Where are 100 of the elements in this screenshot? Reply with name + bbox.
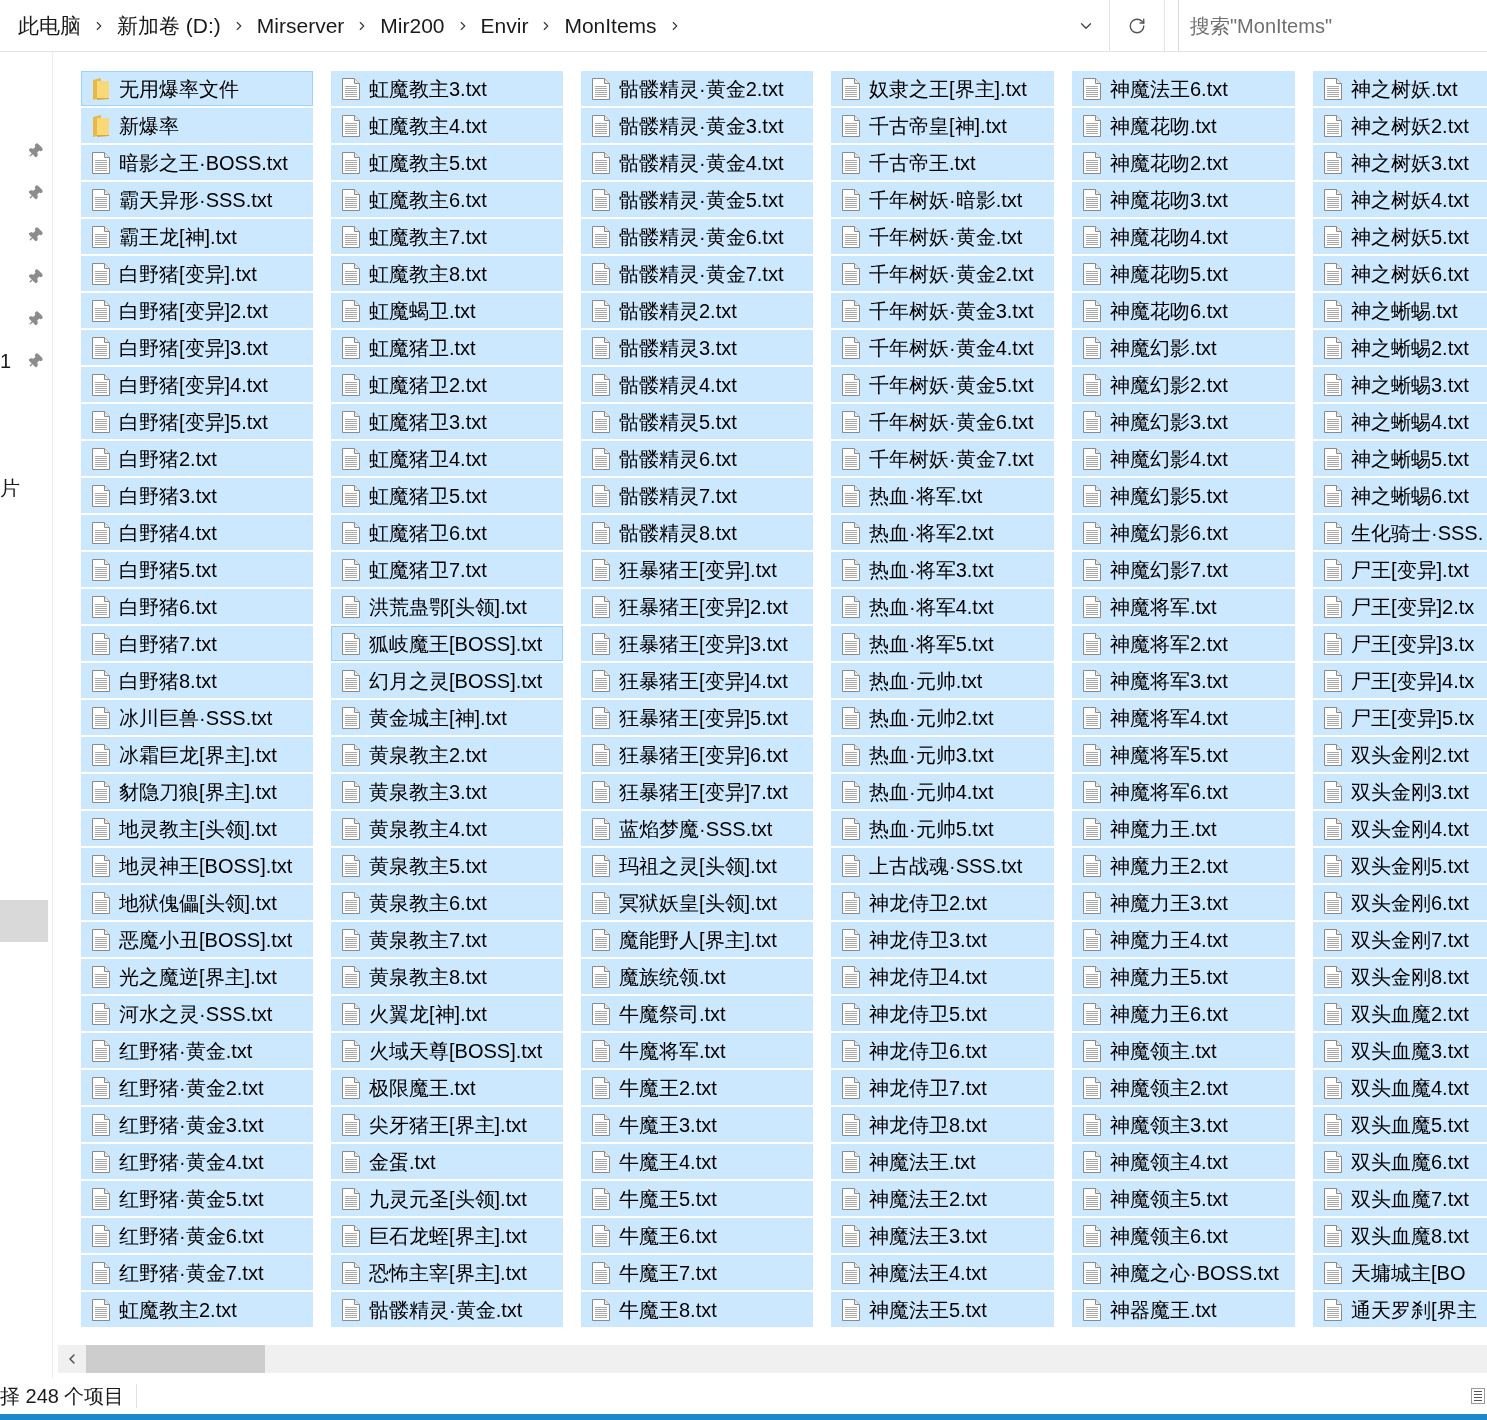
file-item[interactable]: 神器魔王.txt [1072,1292,1295,1327]
file-item[interactable]: 双头金刚4.txt [1313,811,1487,846]
file-item[interactable]: 牛魔王5.txt [581,1181,813,1216]
file-item[interactable]: 热血·元帅5.txt [831,811,1054,846]
file-item[interactable]: 白野猪5.txt [81,552,313,587]
file-item[interactable]: 神魔花吻.txt [1072,108,1295,143]
file-item[interactable]: 河水之灵·SSS.txt [81,996,313,1031]
file-item[interactable]: 霸天异形·SSS.txt [81,182,313,217]
file-item[interactable]: 骷髅精灵·黄金.txt [331,1292,563,1327]
file-item[interactable]: 红野猪·黄金2.txt [81,1070,313,1105]
file-item[interactable]: 神魔将军3.txt [1072,663,1295,698]
file-item[interactable]: 神魔法王2.txt [831,1181,1054,1216]
scrollbar-thumb[interactable] [86,1345,265,1373]
file-item[interactable]: 神之树妖5.txt [1313,219,1487,254]
file-item[interactable]: 神魔力王.txt [1072,811,1295,846]
file-item[interactable]: 狂暴猪王[变异]6.txt [581,737,813,772]
file-item[interactable]: 热血·将军5.txt [831,626,1054,661]
file-item[interactable]: 神魔幻影7.txt [1072,552,1295,587]
file-item[interactable]: 豺隐刀狼[界主].txt [81,774,313,809]
file-item[interactable]: 白野猪7.txt [81,626,313,661]
nav-item[interactable]: 片 [0,467,48,509]
file-item[interactable]: 虹魔教主4.txt [331,108,563,143]
file-item[interactable]: 热血·元帅4.txt [831,774,1054,809]
file-item[interactable]: 牛魔将军.txt [581,1033,813,1068]
breadcrumb-link[interactable]: 此电脑 [12,5,87,46]
file-item[interactable]: 千年树妖·暗影.txt [831,182,1054,217]
file-item[interactable]: 骷髅精灵5.txt [581,404,813,439]
file-item[interactable]: 火翼龙[神].txt [331,996,563,1031]
file-item[interactable]: 神魔力王3.txt [1072,885,1295,920]
file-item[interactable]: 地灵神王[BOSS].txt [81,848,313,883]
breadcrumb-link[interactable]: Mirserver [250,5,351,46]
folder-item[interactable]: 新爆率 [81,108,313,143]
file-item[interactable]: 神魔将军4.txt [1072,700,1295,735]
file-item[interactable]: 热血·元帅.txt [831,663,1054,698]
file-item[interactable]: 暗影之王·BOSS.txt [81,145,313,180]
file-item[interactable]: 神之蜥蜴5.txt [1313,441,1487,476]
file-item[interactable]: 狂暴猪王[变异]4.txt [581,663,813,698]
file-item[interactable]: 神魔花吻3.txt [1072,182,1295,217]
file-item[interactable]: 虹魔教主6.txt [331,182,563,217]
file-item[interactable]: 神之蜥蜴2.txt [1313,330,1487,365]
file-item[interactable]: 千年树妖·黄金7.txt [831,441,1054,476]
file-item[interactable]: 白野猪2.txt [81,441,313,476]
file-item[interactable]: 虹魔教主8.txt [331,256,563,291]
file-item[interactable]: 神魔法王3.txt [831,1218,1054,1253]
nav-item[interactable]: 1 [0,340,48,382]
file-item[interactable]: 奴隶之王[界主].txt [831,71,1054,106]
file-item[interactable]: 神魔领主3.txt [1072,1107,1295,1142]
file-item[interactable]: 冰川巨兽·SSS.txt [81,700,313,735]
file-item[interactable]: 虹魔教主2.txt [81,1292,313,1327]
file-item[interactable]: 骷髅精灵·黄金5.txt [581,182,813,217]
file-item[interactable]: 虹魔猪卫.txt [331,330,563,365]
file-item[interactable]: 虹魔猪卫6.txt [331,515,563,550]
file-item[interactable]: 千年树妖·黄金3.txt [831,293,1054,328]
file-item[interactable]: 狂暴猪王[变异].txt [581,552,813,587]
file-item[interactable]: 恶魔小丑[BOSS].txt [81,922,313,957]
file-item[interactable]: 神之树妖2.txt [1313,108,1487,143]
file-item[interactable]: 双头血魔7.txt [1313,1181,1487,1216]
file-item[interactable]: 白野猪4.txt [81,515,313,550]
file-item[interactable]: 霸王龙[神].txt [81,219,313,254]
file-item[interactable]: 神魔花吻4.txt [1072,219,1295,254]
file-item[interactable]: 通天罗刹[界主 [1313,1292,1487,1327]
file-item[interactable]: 黄金城主[神].txt [331,700,563,735]
file-item[interactable]: 狐岐魔王[BOSS].txt [331,626,563,661]
file-item[interactable]: 神魔花吻2.txt [1072,145,1295,180]
file-item[interactable]: 千古帝皇[神].txt [831,108,1054,143]
file-item[interactable]: 玛祖之灵[头领].txt [581,848,813,883]
file-item[interactable]: 骷髅精灵·黄金2.txt [581,71,813,106]
file-item[interactable]: 骷髅精灵4.txt [581,367,813,402]
file-item[interactable]: 巨石龙蛭[界主].txt [331,1218,563,1253]
file-item[interactable]: 尸王[变异]3.tx [1313,626,1487,661]
file-item[interactable]: 火域天尊[BOSS].txt [331,1033,563,1068]
file-item[interactable]: 虹魔猪卫3.txt [331,404,563,439]
file-item[interactable]: 魔能野人[界主].txt [581,922,813,957]
file-item[interactable]: 双头血魔8.txt [1313,1218,1487,1253]
file-item[interactable]: 红野猪·黄金.txt [81,1033,313,1068]
file-item[interactable]: 白野猪[变异]4.txt [81,367,313,402]
file-item[interactable]: 骷髅精灵·黄金3.txt [581,108,813,143]
file-item[interactable]: 双头金刚5.txt [1313,848,1487,883]
file-item[interactable]: 双头金刚7.txt [1313,922,1487,957]
breadcrumb-link[interactable]: 新加卷 (D:) [111,5,227,46]
file-item[interactable]: 神之蜥蜴.txt [1313,293,1487,328]
file-item[interactable]: 神魔领主2.txt [1072,1070,1295,1105]
file-item[interactable]: 双头金刚8.txt [1313,959,1487,994]
file-item[interactable]: 双头金刚2.txt [1313,737,1487,772]
file-item[interactable]: 虹魔猪卫7.txt [331,552,563,587]
file-item[interactable]: 尸王[变异]5.tx [1313,700,1487,735]
file-item[interactable]: 神魔法王.txt [831,1144,1054,1179]
file-item[interactable]: 双头血魔2.txt [1313,996,1487,1031]
file-item[interactable]: 蓝焰梦魔·SSS.txt [581,811,813,846]
file-item[interactable]: 神魔将军6.txt [1072,774,1295,809]
file-item[interactable]: 黄泉教主3.txt [331,774,563,809]
file-item[interactable]: 白野猪[变异]3.txt [81,330,313,365]
file-item[interactable]: 虹魔蝎卫.txt [331,293,563,328]
file-item[interactable]: 骷髅精灵·黄金7.txt [581,256,813,291]
file-item[interactable]: 极限魔王.txt [331,1070,563,1105]
file-item[interactable]: 神魔力王6.txt [1072,996,1295,1031]
breadcrumb-link[interactable]: MonItems [558,5,663,46]
file-item[interactable]: 神魔幻影2.txt [1072,367,1295,402]
file-item[interactable]: 骷髅精灵8.txt [581,515,813,550]
file-item[interactable]: 牛魔王8.txt [581,1292,813,1327]
